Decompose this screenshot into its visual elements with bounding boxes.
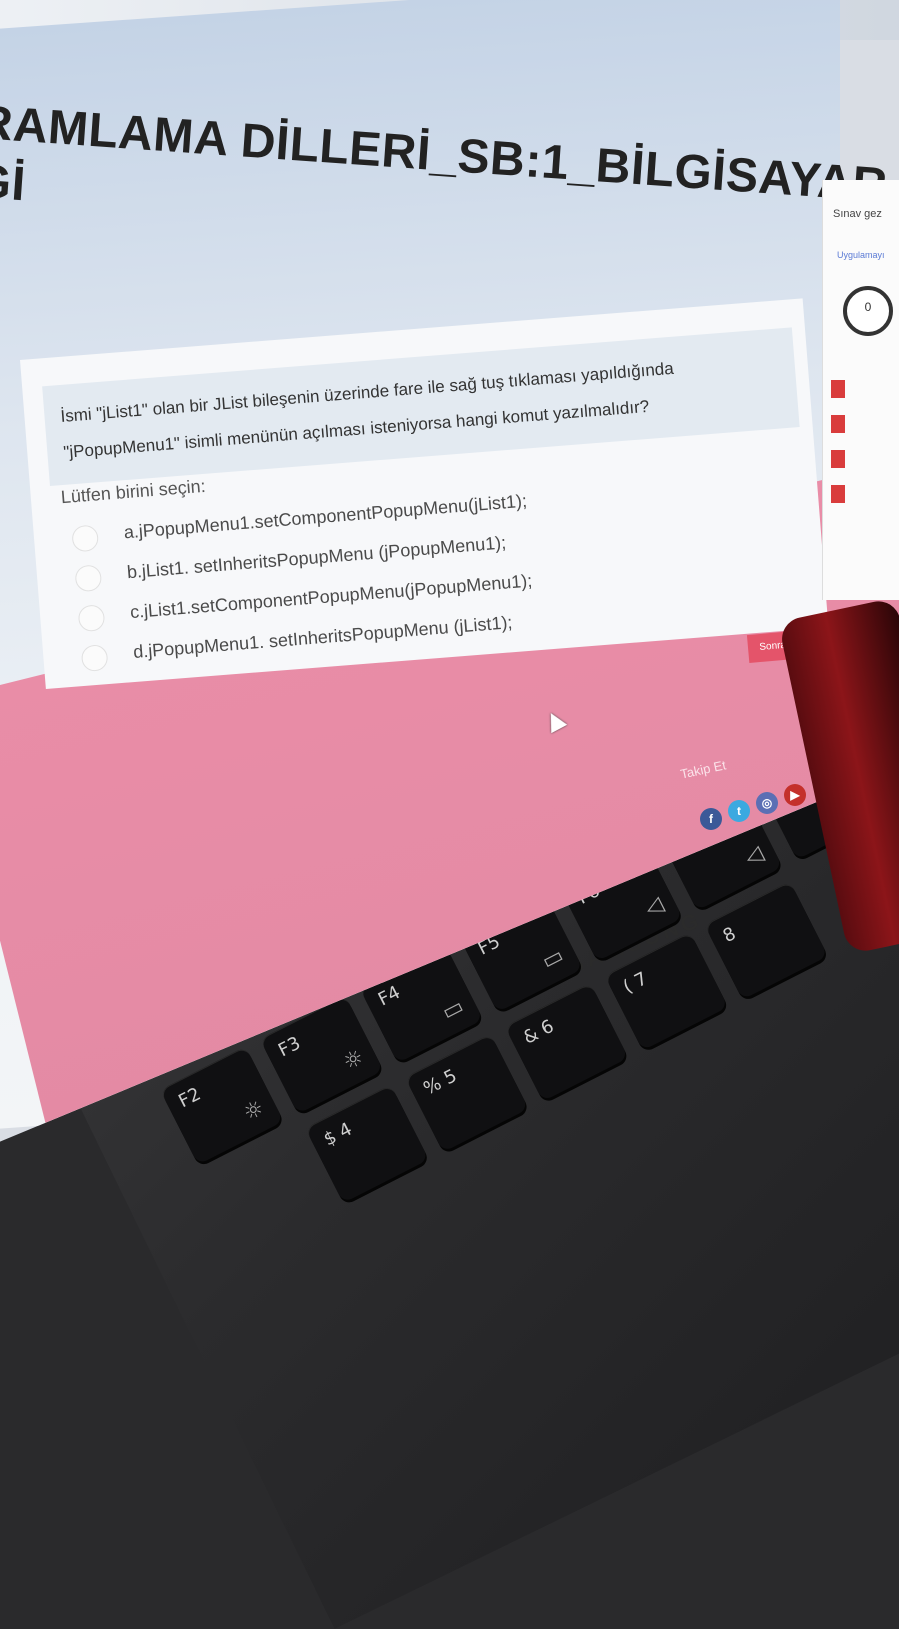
key-5[interactable]: % 5: [404, 1033, 529, 1153]
brightness-icon: ☼: [239, 1095, 269, 1127]
quiz-nav-link[interactable]: Uygulamayı: [837, 250, 885, 260]
key-4[interactable]: $ 4: [305, 1084, 429, 1204]
instagram-icon[interactable]: ◎: [756, 792, 778, 814]
key-8[interactable]: 8: [704, 881, 829, 1000]
quiz-nav-title: Sınav gez: [833, 208, 882, 220]
radio-button[interactable]: [74, 564, 103, 593]
question-nav-cell[interactable]: [831, 485, 845, 503]
option-label: b.jList1. setInheritsPopupMenu (jPopupMe…: [126, 532, 507, 583]
question-nav-cell[interactable]: [831, 415, 845, 433]
key-label: & 6: [520, 1015, 558, 1049]
option-label: d.jPopupMenu1. setInheritsPopupMenu (jLi…: [132, 612, 514, 662]
timer-value: 0: [864, 300, 872, 314]
question-nav-cell[interactable]: [831, 450, 845, 468]
question-card: İsmi "jList1" olan bir JList bileşenin ü…: [20, 298, 829, 689]
question-nav-cell[interactable]: [831, 380, 845, 398]
radio-button[interactable]: [77, 604, 106, 633]
question-text: İsmi "jList1" olan bir JList bileşenin ü…: [42, 327, 800, 487]
youtube-icon[interactable]: ▶: [784, 784, 806, 806]
key-6[interactable]: & 6: [504, 982, 629, 1102]
radio-button[interactable]: [71, 524, 100, 553]
key-label: F2: [175, 1083, 205, 1113]
key-label: F3: [275, 1032, 304, 1062]
twitter-icon[interactable]: t: [728, 800, 750, 822]
radio-button[interactable]: [80, 644, 109, 673]
display-icon: ▭: [438, 993, 469, 1026]
facebook-icon[interactable]: f: [700, 808, 722, 830]
quiz-navigation: Sınav gez Uygulamayı 0: [822, 180, 899, 600]
touchpad-icon: ▭: [537, 942, 568, 975]
key-label: 8: [719, 923, 740, 948]
timer-indicator: 0: [843, 286, 893, 336]
key-label: $ 4: [320, 1118, 356, 1151]
key-label: ( 7: [619, 968, 651, 998]
key-label: F4: [374, 981, 404, 1011]
key-7[interactable]: ( 7: [604, 932, 729, 1051]
volume-down-icon: ◁: [740, 841, 768, 872]
brightness-icon: ☼: [339, 1044, 369, 1076]
key-label: % 5: [420, 1065, 461, 1100]
mute-icon: ◁: [641, 892, 668, 923]
